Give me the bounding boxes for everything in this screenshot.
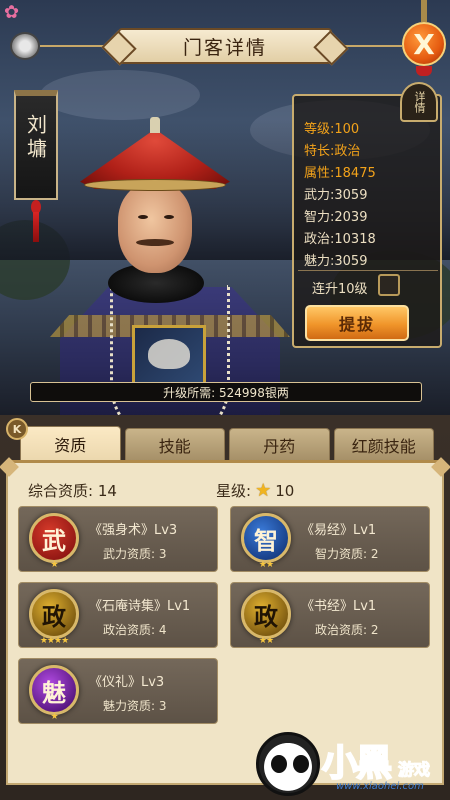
intellect-value: 2039: [334, 210, 368, 225]
hat-finial: [150, 117, 160, 133]
star-level-label: 星级:: [216, 482, 252, 500]
charm-skill-icon: 魅: [29, 665, 79, 715]
skill-qualification: 政治资质: 2: [315, 623, 379, 637]
k-icon[interactable]: K: [6, 418, 28, 440]
skill-card[interactable]: 武 ★ 《强身术》Lv3 武力资质: 3: [18, 506, 218, 572]
cloud: [40, 70, 200, 120]
charm-label: 魅力:: [304, 254, 335, 269]
banner-tassel: [33, 212, 39, 242]
force-stat: 武力:3059: [304, 184, 367, 203]
tab-beauty-skills[interactable]: 红颜技能: [333, 428, 434, 460]
promote-button[interactable]: 提拔: [305, 305, 409, 341]
force-skill-icon: 武: [29, 513, 79, 563]
panda-eye: [271, 755, 287, 773]
skill-name: 《书经》Lv1: [301, 599, 377, 614]
skill-stars: ★★★★: [39, 636, 69, 646]
tab-pills[interactable]: 丹药: [229, 428, 330, 460]
eye: [138, 215, 148, 219]
star-icon: ★: [255, 480, 272, 501]
attribute-value: 18475: [334, 166, 376, 181]
upgrade-cost-bar: 升级所需: 524998银两: [30, 382, 422, 402]
skill-qualification: 智力资质: 2: [315, 547, 379, 561]
politics-stat: 政治:10318: [304, 228, 376, 247]
attribute-label: 属性:: [304, 166, 335, 181]
star-level-value: 10: [275, 481, 295, 500]
tab-qualification[interactable]: 资质: [20, 426, 121, 460]
character-portrait: [50, 115, 290, 445]
total-qualification: 综合资质: 14: [28, 482, 117, 500]
detail-tab-button[interactable]: 详情: [400, 82, 438, 122]
panda-eye: [293, 755, 309, 773]
close-icon: X: [413, 27, 435, 61]
politics-skill-icon: 政: [241, 589, 291, 639]
upgrade10-label: 连升10级: [312, 282, 368, 297]
skill-stars: ★: [50, 712, 58, 722]
skill-card[interactable]: 魅 ★ 《仪礼》Lv3 魅力资质: 3: [18, 658, 218, 724]
skill-stars: ★★: [258, 560, 274, 570]
skill-name: 《易经》Lv1: [301, 523, 377, 538]
official-hat: [80, 115, 230, 195]
watermark-logo-sub: 游戏: [397, 760, 431, 780]
tab-skills[interactable]: 技能: [124, 428, 225, 460]
intellect-label: 智力:: [304, 210, 335, 225]
charm-value: 3059: [334, 254, 368, 269]
upgrade10-checkbox[interactable]: [378, 274, 400, 296]
upgrade-cost-text: 升级所需: 524998银两: [163, 385, 289, 400]
level-value: 100: [334, 122, 360, 137]
page-title: 门客详情: [182, 36, 267, 59]
panda-logo-icon: [256, 732, 320, 796]
level-label: 等级:: [304, 122, 335, 137]
character-name: 刘墉: [23, 114, 48, 162]
skill-name: 《仪礼》Lv3: [89, 675, 165, 690]
flower-icon: ✿: [4, 2, 20, 23]
skill-stars: ★: [50, 560, 58, 570]
attribute-stat: 属性:18475: [304, 162, 376, 181]
watermark-logo: 小黑: [321, 742, 393, 785]
skill-qualification: 政治资质: 4: [103, 623, 167, 637]
hat-rim: [84, 179, 226, 191]
specialty-value: 政治: [334, 144, 361, 159]
force-label: 武力:: [304, 188, 335, 203]
tab-bar: 资质 技能 丹药 红颜技能: [20, 426, 434, 460]
star-level: 星级: ★ 10: [216, 480, 294, 501]
skill-name: 《石庵诗集》Lv1: [89, 599, 191, 614]
lantern-icon: [416, 66, 432, 76]
settings-coin-icon[interactable]: [10, 32, 40, 60]
force-value: 3059: [334, 188, 368, 203]
skill-name: 《强身术》Lv3: [89, 523, 178, 538]
skill-qualification: 魅力资质: 3: [103, 699, 167, 713]
eye: [164, 215, 174, 219]
skill-card[interactable]: 政 ★★★★ 《石庵诗集》Lv1 政治资质: 4: [18, 582, 218, 648]
skill-qualification: 武力资质: 3: [103, 547, 167, 561]
title-bar: 门客详情: [118, 28, 332, 64]
close-button[interactable]: X: [402, 22, 446, 66]
mustache: [136, 239, 174, 246]
skill-stars: ★★: [258, 636, 274, 646]
lantern-string: [421, 0, 427, 22]
politics-label: 政治:: [304, 232, 335, 247]
specialty-label: 特长:: [304, 144, 335, 159]
politics-value: 10318: [334, 232, 376, 247]
stats-divider: [298, 270, 438, 271]
politics-skill-icon: 政: [29, 589, 79, 639]
charm-stat: 魅力:3059: [304, 250, 367, 269]
intellect-stat: 智力:2039: [304, 206, 367, 225]
intellect-skill-icon: 智: [241, 513, 291, 563]
watermark-url: www.xiaohei.com: [336, 781, 424, 792]
level-stat: 等级:100: [304, 118, 359, 137]
skill-card[interactable]: 政 ★★ 《书经》Lv1 政治资质: 2: [230, 582, 430, 648]
skill-card[interactable]: 智 ★★ 《易经》Lv1 智力资质: 2: [230, 506, 430, 572]
specialty-stat: 特长:政治: [304, 140, 360, 159]
face: [118, 183, 192, 273]
